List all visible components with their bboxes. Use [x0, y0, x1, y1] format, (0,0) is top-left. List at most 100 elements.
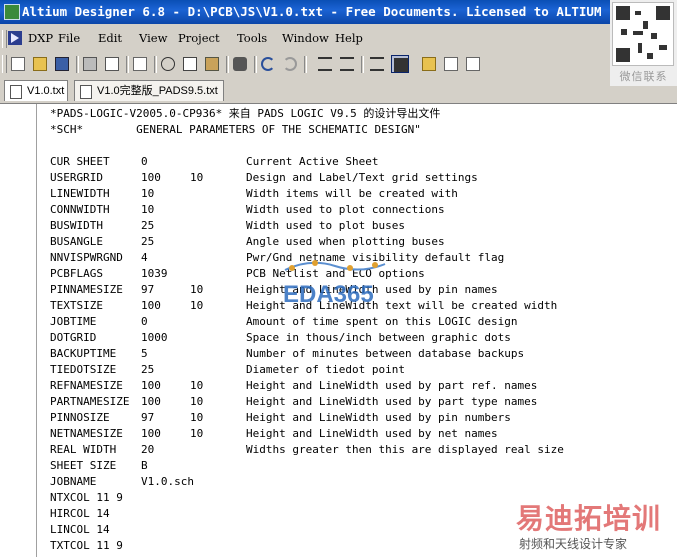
- param-value: 0: [141, 155, 148, 168]
- print-preview-icon[interactable]: [103, 55, 121, 73]
- open-folder-icon[interactable]: [31, 55, 49, 73]
- param-name: JOBNAME: [50, 475, 97, 488]
- menu-edit[interactable]: Edit: [98, 31, 122, 45]
- param-value: 100: [141, 299, 161, 312]
- param-name: NETNAMESIZE: [50, 427, 123, 440]
- line-text: *SCH* GENERAL PARAMETERS OF THE SCHEMATI…: [50, 123, 421, 136]
- tab-v1-pads95-txt[interactable]: V1.0完整版_PADS9.5.txt: [74, 80, 224, 101]
- tab-v1-txt[interactable]: V1.0.txt: [4, 80, 68, 101]
- paste-icon[interactable]: [203, 55, 221, 73]
- project-icon[interactable]: [464, 55, 482, 73]
- window-title: Altium Designer 6.8 - D:\PCB\JS\V1.0.txt…: [22, 4, 602, 19]
- arrow-icon[interactable]: [420, 55, 438, 73]
- qr-code-icon: [612, 2, 674, 66]
- eda-logo-icon: [284, 260, 386, 271]
- param-value: 10: [141, 203, 155, 216]
- cut-icon[interactable]: [159, 55, 177, 73]
- param-name: JOBTIME: [50, 315, 97, 328]
- copy-icon[interactable]: [181, 55, 199, 73]
- editor-frame: *PADS-LOGIC-V2005.0-CP936* 来自 PADS LOGIC…: [0, 104, 677, 557]
- param-value-2: 10: [190, 427, 204, 440]
- toolbar-separator: [126, 56, 129, 73]
- param-description: Space in thous/inch between graphic dots: [246, 331, 511, 344]
- param-name: PARTNAMESIZE: [50, 395, 130, 408]
- brand-subtitle-watermark: 射频和天线设计专家: [519, 537, 628, 551]
- title-bar: Altium Designer 6.8 - D:\PCB\JS\V1.0.txt…: [0, 0, 677, 24]
- menu-window[interactable]: Window: [282, 31, 329, 45]
- param-name: TIEDOTSIZE: [50, 363, 117, 376]
- menu-bar: DXP File Edit View Project Tools Window …: [0, 28, 677, 50]
- param-value: 97: [141, 283, 155, 296]
- param-description: Width used to plot connections: [246, 203, 445, 216]
- redo-icon[interactable]: [281, 55, 299, 73]
- toolbar-separator: [154, 56, 157, 73]
- param-value: 25: [141, 235, 155, 248]
- param-name: BACKUPTIME: [50, 347, 117, 360]
- param-value: 20: [141, 443, 155, 456]
- param-name: DOTGRID: [50, 331, 97, 344]
- document-icon[interactable]: [442, 55, 460, 73]
- param-value-2: 10: [190, 171, 204, 184]
- menu-tools[interactable]: Tools: [237, 31, 267, 45]
- save-icon[interactable]: [53, 55, 71, 73]
- param-name: USERGRID: [50, 171, 103, 184]
- param-name: BUSWIDTH: [50, 219, 103, 232]
- param-description: Width used to plot buses: [246, 219, 405, 232]
- param-name: LINEWIDTH: [50, 187, 110, 200]
- toolbar-separator: [254, 56, 257, 73]
- app-icon[interactable]: [4, 4, 20, 20]
- line-text: NTXCOL 11 9: [50, 491, 123, 504]
- param-value: 97: [141, 411, 155, 424]
- toolbar-separator: [76, 56, 79, 73]
- param-value: 100: [141, 379, 161, 392]
- text-file-icon: [80, 85, 92, 99]
- menu-view[interactable]: View: [139, 31, 167, 45]
- line-text: *PADS-LOGIC-V2005.0-CP936* 来自 PADS LOGIC…: [50, 107, 441, 120]
- param-description: Amount of time spent on this LOGIC desig…: [246, 315, 518, 328]
- undo-icon[interactable]: [259, 55, 277, 73]
- param-description: Height and LineWidth used by part type n…: [246, 395, 538, 408]
- param-value: 5: [141, 347, 148, 360]
- param-description: Widths greater then this are displayed r…: [246, 443, 564, 456]
- outdent-icon[interactable]: [338, 55, 356, 73]
- param-description: Height and LineWidth used by net names: [246, 427, 498, 440]
- menubar-grip[interactable]: [2, 30, 7, 48]
- line-text: HIRCOL 14: [50, 507, 110, 520]
- line-text: TXTCOL 11 9: [50, 539, 123, 552]
- text-editor[interactable]: *PADS-LOGIC-V2005.0-CP936* 来自 PADS LOGIC…: [37, 104, 677, 557]
- param-description: Design and Label/Text grid settings: [246, 171, 478, 184]
- param-description: Diameter of tiedot point: [246, 363, 405, 376]
- param-name: BUSANGLE: [50, 235, 103, 248]
- new-file-icon[interactable]: [9, 55, 27, 73]
- menu-file[interactable]: File: [58, 31, 80, 45]
- param-value: 25: [141, 363, 155, 376]
- param-description: Height and LineWidth used by part ref. n…: [246, 379, 538, 392]
- editor-gutter: [0, 104, 37, 557]
- menu-dxp[interactable]: DXP: [28, 31, 53, 45]
- param-description: Number of minutes between database backu…: [246, 347, 525, 360]
- param-value-2: 10: [190, 395, 204, 408]
- menu-help[interactable]: Help: [335, 31, 363, 45]
- menu-project[interactable]: Project: [178, 31, 220, 45]
- find-icon[interactable]: [231, 55, 249, 73]
- brand-watermark: 易迪拓培训: [516, 502, 662, 535]
- param-value: B: [141, 459, 148, 472]
- toolbar-grip[interactable]: [2, 55, 7, 73]
- param-value-2: 10: [190, 379, 204, 392]
- param-value: 1000: [141, 331, 168, 344]
- param-description: Current Active Sheet: [246, 155, 379, 168]
- param-description: Height and LineWidth used by pin numbers: [246, 411, 511, 424]
- param-description: Angle used when plotting buses: [246, 235, 445, 248]
- param-value-2: 10: [190, 411, 204, 424]
- qr-caption: 微信联系: [619, 70, 668, 83]
- standard-toolbar: [0, 52, 600, 76]
- text-file-icon: [10, 85, 22, 99]
- qr-code-watermark: 微信联系: [610, 0, 677, 86]
- list-icon[interactable]: [368, 55, 386, 73]
- toolbar-separator: [226, 56, 229, 73]
- print-icon[interactable]: [81, 55, 99, 73]
- indent-icon[interactable]: [316, 55, 334, 73]
- table-icon[interactable]: [391, 55, 409, 73]
- page-icon[interactable]: [131, 55, 149, 73]
- param-name: REFNAMESIZE: [50, 379, 123, 392]
